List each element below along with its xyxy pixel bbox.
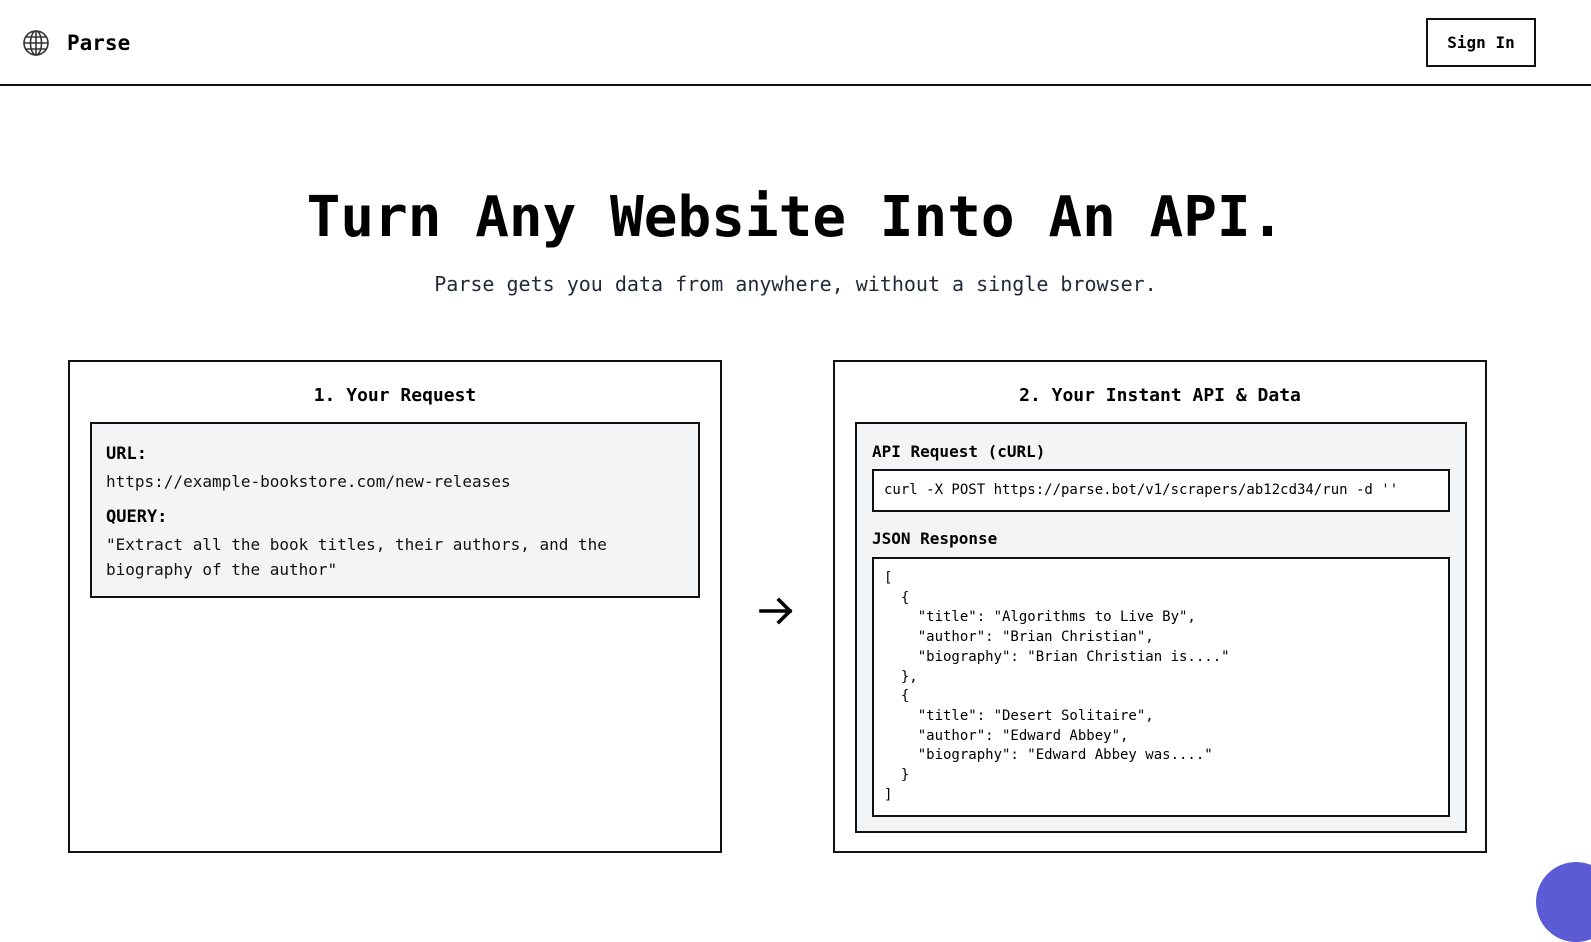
request-panel: 1. Your Request URL: https://example-boo… <box>68 360 722 853</box>
query-value: "Extract all the book titles, their auth… <box>106 535 607 579</box>
request-details: URL: https://example-bookstore.com/new-r… <box>90 422 700 598</box>
curl-command-field[interactable]: curl -X POST https://parse.bot/v1/scrape… <box>872 469 1450 512</box>
query-label: QUERY: <box>106 507 168 527</box>
request-panel-title: 1. Your Request <box>313 385 477 406</box>
sign-in-button[interactable]: Sign In <box>1426 18 1536 67</box>
chat-widget-button[interactable] <box>1536 862 1591 942</box>
api-details: API Request (cURL) curl -X POST https://… <box>855 422 1467 833</box>
globe-icon[interactable] <box>22 29 50 57</box>
site-header: Parse Sign In <box>0 0 1591 86</box>
api-panel: 2. Your Instant API & Data API Request (… <box>833 360 1487 853</box>
json-label: JSON Response <box>872 529 998 548</box>
hero-subtitle: Parse gets you data from anywhere, witho… <box>434 272 1157 296</box>
curl-label: API Request (cURL) <box>872 442 1046 461</box>
brand-name[interactable]: Parse <box>67 29 130 57</box>
hero-title: Turn Any Website Into An API. <box>306 185 1285 250</box>
url-label: URL: <box>106 444 147 464</box>
url-value: https://example-bookstore.com/new-releas… <box>106 472 511 491</box>
arrow-right-icon <box>759 597 793 625</box>
api-panel-title: 2. Your Instant API & Data <box>1019 385 1301 406</box>
json-response-field[interactable]: [ { "title": "Algorithms to Live By", "a… <box>872 557 1450 817</box>
